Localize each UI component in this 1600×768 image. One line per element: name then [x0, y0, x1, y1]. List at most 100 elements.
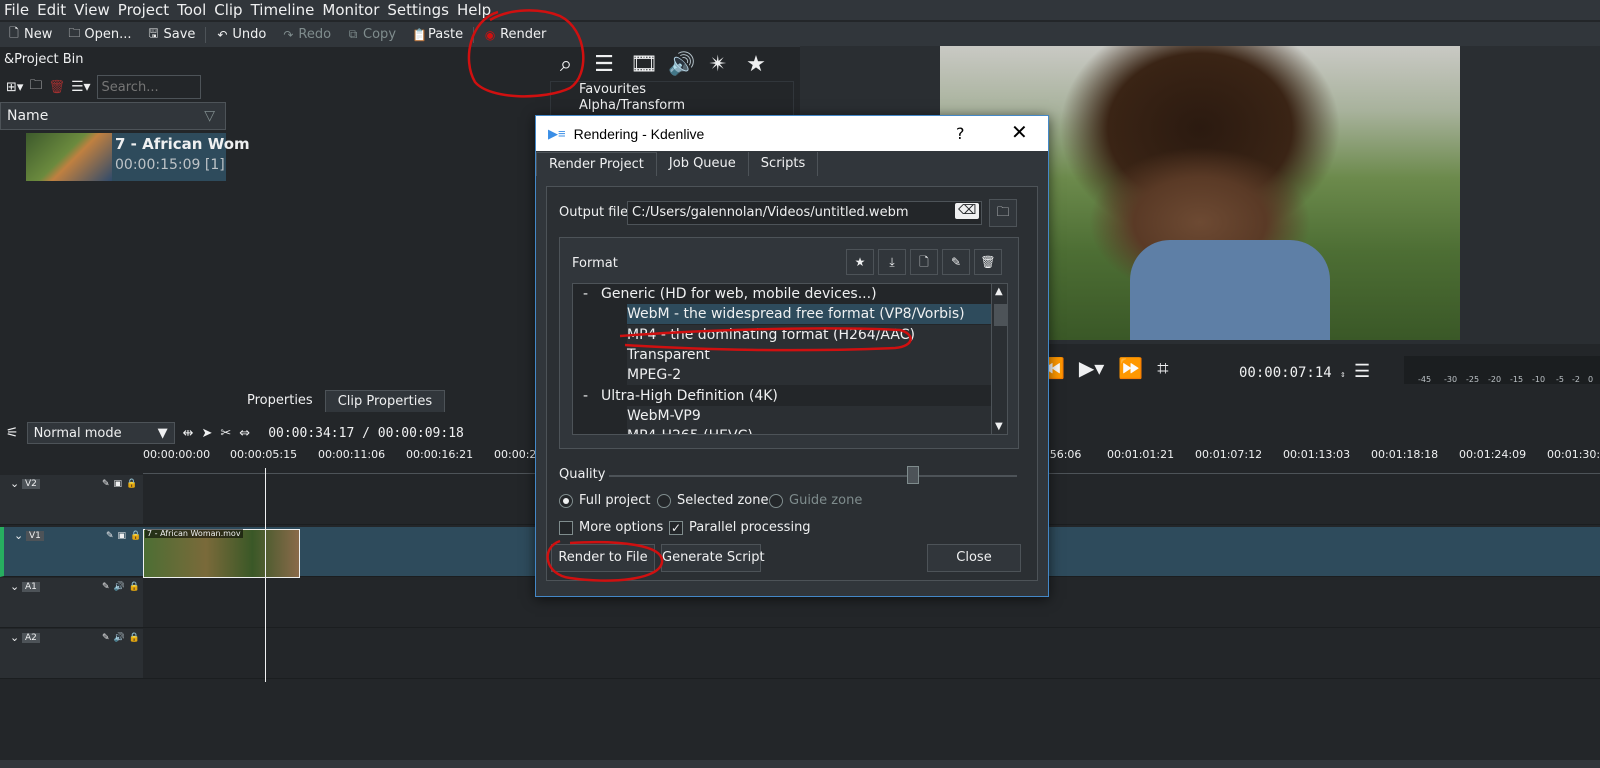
- collapse-icon[interactable]: -: [583, 386, 601, 406]
- new-button[interactable]: 🗋 New: [0, 22, 60, 47]
- collapse-icon[interactable]: -: [583, 284, 601, 304]
- menu-edit[interactable]: Edit: [33, 1, 70, 19]
- menu-tool[interactable]: Tool: [173, 1, 210, 19]
- menu-timeline[interactable]: Timeline: [247, 1, 319, 19]
- edit-icon[interactable]: ✎: [942, 249, 970, 275]
- help-button[interactable]: ?: [956, 124, 965, 143]
- generate-script-button[interactable]: Generate Script: [661, 544, 765, 572]
- track-header-a1[interactable]: ⌄ A1 ✎🔊🔒: [0, 578, 143, 628]
- menu-view[interactable]: View: [70, 1, 114, 19]
- menu-file[interactable]: File: [0, 1, 33, 19]
- link-tool-icon[interactable]: ⇔: [239, 426, 250, 441]
- render-to-file-button[interactable]: Render to File: [551, 544, 655, 572]
- scroll-down-icon[interactable]: ▼: [995, 421, 1003, 432]
- render-button[interactable]: ◉ Render: [476, 22, 554, 47]
- menu-settings[interactable]: Settings: [383, 1, 453, 19]
- menu-clip[interactable]: Clip: [210, 1, 246, 19]
- radio-guide-zone[interactable]: Guide zone: [769, 493, 862, 508]
- track-name: V2: [22, 479, 40, 489]
- effect-category[interactable]: Favourites: [551, 82, 793, 98]
- delete-icon[interactable]: 🗑: [974, 249, 1002, 275]
- copy-button[interactable]: ⧉ Copy: [339, 22, 404, 47]
- track-a2[interactable]: [143, 629, 1600, 679]
- track-controls-icon[interactable]: ✎🔊🔒: [102, 582, 144, 592]
- monitor-menu-icon[interactable]: ☰: [1354, 361, 1370, 382]
- timeline-settings-icon[interactable]: ⚟: [6, 425, 19, 441]
- custom-effects-icon[interactable]: ✴: [706, 52, 730, 77]
- delete-icon[interactable]: 🗑: [48, 80, 65, 95]
- search-icon[interactable]: ⌕: [554, 52, 578, 77]
- folder-icon[interactable]: 🗀: [29, 76, 42, 98]
- tab-render-project[interactable]: Render Project: [536, 152, 657, 176]
- track-header-v1[interactable]: ⌄ V1 ✎▣🔒: [0, 527, 143, 577]
- output-file-input[interactable]: C:/Users/galennolan/Videos/untitled.webm: [627, 201, 982, 225]
- new-profile-icon[interactable]: 🗋: [910, 249, 938, 275]
- list-icon[interactable]: ☰: [592, 52, 616, 77]
- track-controls-icon[interactable]: ✎▣🔒: [102, 479, 141, 489]
- parallel-processing-checkbox[interactable]: ✓ Parallel processing: [669, 520, 811, 535]
- chevron-down-icon[interactable]: ⌄: [10, 477, 19, 490]
- dialog-titlebar[interactable]: ▶≡ Rendering - Kdenlive: [536, 116, 1048, 151]
- spacer-tool-icon[interactable]: ⇹: [183, 426, 194, 441]
- menu-help[interactable]: Help: [453, 1, 495, 19]
- open-button[interactable]: 🗀 Open...: [60, 22, 139, 47]
- menu-project[interactable]: Project: [114, 1, 173, 19]
- menu-icon[interactable]: ☰▾: [71, 79, 91, 95]
- tree-scrollbar[interactable]: ▲ ▼: [991, 284, 1007, 434]
- spin-icon[interactable]: ⇕: [1340, 370, 1345, 380]
- paste-button[interactable]: 📋 Paste: [404, 22, 471, 47]
- format-tree[interactable]: - Generic (HD for web, mobile devices...)…: [572, 283, 1008, 435]
- track-header-v2[interactable]: ⌄ V2 ✎▣🔒: [0, 475, 143, 525]
- quality-slider[interactable]: [609, 475, 1017, 477]
- close-button[interactable]: Close: [927, 544, 1021, 572]
- bin-column-header[interactable]: Name ▽: [0, 102, 226, 130]
- tree-item[interactable]: Transparent: [573, 345, 991, 365]
- track-controls-icon[interactable]: ✎🔊🔒: [102, 633, 144, 643]
- effect-category[interactable]: Alpha/Transform: [551, 98, 793, 114]
- tree-group[interactable]: - Ultra-High Definition (4K): [573, 386, 991, 406]
- monitor-timecode[interactable]: 00:00:07:14 ⇕ ☰: [1239, 361, 1370, 382]
- add-clip-icon[interactable]: ⊞▾: [6, 80, 23, 95]
- track-controls-icon[interactable]: ✎▣🔒: [106, 531, 145, 541]
- favourite-star-icon[interactable]: ★: [744, 52, 768, 77]
- tab-scripts[interactable]: Scripts: [749, 152, 819, 176]
- tab-job-queue[interactable]: Job Queue: [657, 152, 749, 176]
- more-options-checkbox[interactable]: More options: [559, 520, 663, 535]
- menu-monitor[interactable]: Monitor: [318, 1, 383, 19]
- tree-item[interactable]: WebM-VP9: [573, 406, 991, 426]
- favourite-star-icon[interactable]: ★: [846, 249, 874, 275]
- track-header-a2[interactable]: ⌄ A2 ✎🔊🔒: [0, 629, 143, 679]
- redo-button[interactable]: ↷ Redo: [274, 22, 339, 47]
- scroll-thumb[interactable]: [994, 304, 1007, 326]
- playhead[interactable]: [265, 468, 266, 682]
- scroll-up-icon[interactable]: ▲: [995, 286, 1003, 297]
- bin-search-input[interactable]: [96, 75, 201, 99]
- chevron-down-icon[interactable]: ⌄: [10, 631, 19, 644]
- razor-tool-icon[interactable]: ✂: [220, 426, 231, 441]
- play-icon[interactable]: ▶▾: [1079, 356, 1104, 380]
- tree-item[interactable]: WebM - the widespread free format (VP8/V…: [573, 304, 991, 324]
- edit-mode-select[interactable]: Normal mode ▼: [26, 422, 175, 444]
- quality-slider-handle[interactable]: [907, 466, 919, 484]
- audio-icon[interactable]: 🔊: [668, 52, 695, 77]
- clear-icon[interactable]: ⌫: [955, 203, 980, 219]
- tree-item[interactable]: MPEG-2: [573, 365, 991, 385]
- undo-button[interactable]: ↶ Undo: [208, 22, 274, 47]
- chevron-down-icon[interactable]: ⌄: [14, 529, 23, 542]
- crop-icon[interactable]: ⌗: [1157, 356, 1168, 380]
- download-icon[interactable]: ⤓: [878, 249, 906, 275]
- tree-group[interactable]: - Generic (HD for web, mobile devices...): [573, 284, 991, 304]
- film-icon[interactable]: 🎞: [630, 52, 658, 77]
- browse-folder-icon[interactable]: 🗀: [989, 199, 1017, 227]
- select-tool-icon[interactable]: ➤: [201, 426, 212, 441]
- save-button[interactable]: 🖫 Save: [139, 22, 203, 47]
- radio-full-project[interactable]: Full project: [559, 493, 650, 508]
- tree-item[interactable]: MP4-H265 (HEVC): [573, 426, 991, 434]
- radio-selected-zone[interactable]: Selected zone: [657, 493, 769, 508]
- forward-icon[interactable]: ⏩: [1118, 356, 1143, 380]
- close-icon[interactable]: ✕: [1011, 120, 1028, 144]
- chevron-down-icon[interactable]: ⌄: [10, 580, 19, 593]
- tab-clip-properties[interactable]: Clip Properties: [324, 390, 446, 412]
- tree-item[interactable]: MP4 - the dominating format (H264/AAC): [573, 325, 991, 345]
- tab-properties[interactable]: Properties: [235, 390, 325, 412]
